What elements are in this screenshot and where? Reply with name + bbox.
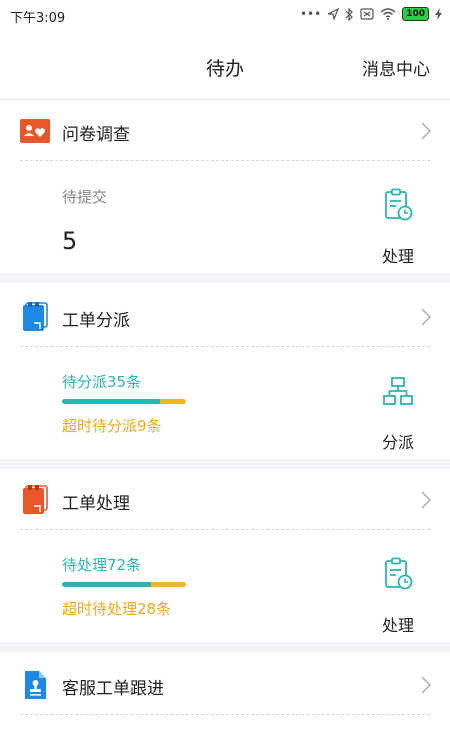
clipboard-icon bbox=[23, 485, 48, 514]
app-header: 待办 消息中心 bbox=[0, 32, 450, 100]
clipboard-clock-icon bbox=[385, 557, 413, 590]
wifi-icon bbox=[380, 8, 396, 20]
battery-icon: 100 bbox=[402, 7, 429, 21]
dispatch-button[interactable]: 分派 bbox=[368, 374, 428, 464]
dispatch-progress-bar bbox=[62, 399, 186, 404]
pending-submit-count: 5 bbox=[62, 227, 78, 255]
dispatch-progress-fill bbox=[62, 399, 160, 404]
process-label: 处理 bbox=[381, 616, 414, 635]
clipboard-clock-icon bbox=[385, 188, 413, 221]
sim-icon bbox=[360, 8, 374, 20]
dispatch-card-header[interactable]: 工单分派 bbox=[0, 287, 450, 347]
divider bbox=[20, 529, 430, 530]
dispatch-card: 工单分派 待分派35条 超时待分派9条 分派 bbox=[0, 287, 450, 459]
overdue-dispatch-text: 超时待分派9条 bbox=[62, 417, 162, 435]
process-card-header[interactable]: 工单处理 bbox=[0, 470, 450, 530]
status-time: 下午3:09 bbox=[10, 11, 66, 26]
process-card: 工单处理 待处理72条 超时待处理28条 处理 bbox=[0, 470, 450, 642]
follow-card: 客服工单跟进 bbox=[0, 655, 450, 739]
survey-title: 问卷调查 bbox=[62, 125, 130, 145]
process-progress-bar bbox=[62, 582, 186, 587]
chevron-right-icon bbox=[421, 122, 432, 140]
divider bbox=[20, 714, 430, 715]
pending-submit-label: 待提交 bbox=[62, 188, 108, 206]
pending-process-text: 待处理72条 bbox=[62, 556, 142, 574]
status-icons: ••• 100 bbox=[300, 7, 442, 21]
status-bar: 下午3:09 ••• 100 bbox=[0, 0, 450, 32]
dots-icon: ••• bbox=[299, 7, 322, 21]
location-icon bbox=[327, 8, 340, 20]
overdue-process-text: 超时待处理28条 bbox=[62, 600, 172, 618]
document-stamp-icon bbox=[25, 671, 46, 699]
org-chart-icon bbox=[383, 377, 413, 405]
survey-card: 问卷调查 待提交 5 处理 bbox=[0, 101, 450, 273]
section-gap bbox=[0, 273, 450, 283]
survey-process-button[interactable]: 处理 bbox=[368, 188, 428, 278]
process-button[interactable]: 处理 bbox=[368, 557, 428, 647]
survey-icon bbox=[20, 119, 50, 143]
pending-dispatch-text: 待分派35条 bbox=[62, 373, 142, 391]
follow-title: 客服工单跟进 bbox=[62, 679, 164, 699]
chevron-right-icon bbox=[421, 676, 432, 694]
section-gap bbox=[0, 642, 450, 652]
follow-card-header[interactable]: 客服工单跟进 bbox=[0, 655, 450, 715]
process-progress-fill bbox=[62, 582, 152, 587]
clipboard-icon bbox=[23, 302, 48, 331]
survey-process-label: 处理 bbox=[381, 247, 414, 266]
chevron-right-icon bbox=[421, 308, 432, 326]
chevron-right-icon bbox=[421, 491, 432, 509]
process-title: 工单处理 bbox=[62, 494, 130, 514]
dispatch-title: 工单分派 bbox=[62, 311, 130, 331]
dispatch-label: 分派 bbox=[381, 433, 414, 452]
message-center-button[interactable]: 消息中心 bbox=[362, 55, 430, 80]
bluetooth-icon bbox=[345, 7, 354, 21]
divider bbox=[20, 160, 430, 161]
charging-icon bbox=[435, 8, 442, 20]
divider bbox=[20, 346, 430, 347]
section-gap bbox=[0, 459, 450, 469]
survey-card-header[interactable]: 问卷调查 bbox=[0, 101, 450, 161]
